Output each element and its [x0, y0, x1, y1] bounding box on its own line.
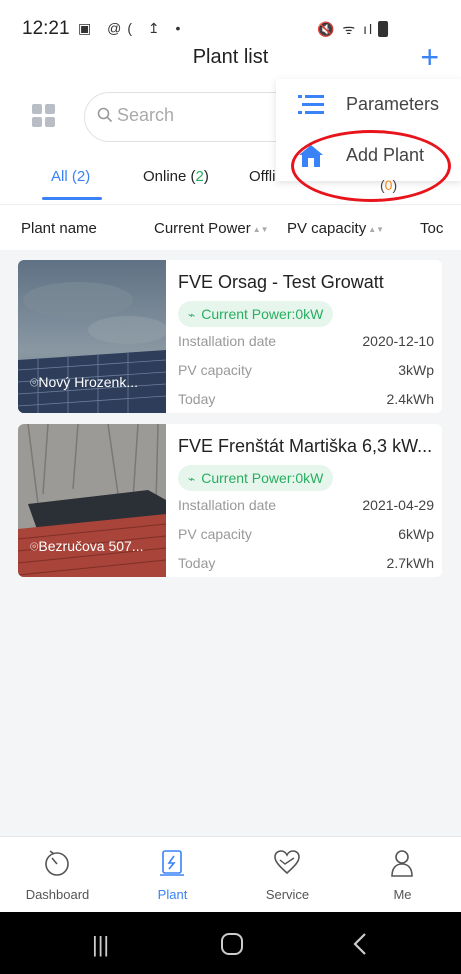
- pulse-icon: ⌁: [188, 308, 196, 322]
- app-header: Plant list +: [0, 39, 461, 80]
- installation-row: Installation date 2020-12-10: [178, 333, 434, 349]
- nav-label: Service: [265, 887, 310, 902]
- installation-label: Installation date: [178, 333, 277, 349]
- recents-icon[interactable]: |||: [92, 932, 109, 958]
- col-pv-capacity-label: PV capacity: [287, 220, 367, 237]
- tab-all-label: All: [51, 168, 68, 185]
- back-icon[interactable]: [352, 932, 368, 962]
- current-power-text: Current Power:0kW: [201, 306, 324, 322]
- current-power-text: Current Power:0kW: [201, 470, 324, 486]
- current-power-badge: ⌁ Current Power:0kW: [178, 301, 334, 327]
- nav-label: Dashboard: [25, 887, 90, 902]
- person-icon: [391, 850, 413, 877]
- grid-view-icon[interactable]: [32, 104, 56, 128]
- plant-location-text: Nový Hrozenk...: [38, 374, 138, 390]
- plant-location: ⌾Bezručova 507...: [30, 538, 160, 555]
- pv-label: PV capacity: [178, 526, 252, 542]
- plant-location-text: Bezručova 507...: [38, 538, 144, 554]
- installation-date: 2021-04-29: [362, 497, 434, 513]
- pv-row: PV capacity 3kWp: [178, 362, 434, 378]
- tab-offline-label: Offli: [249, 168, 276, 185]
- tab-online[interactable]: Online (2): [143, 168, 209, 185]
- plant-location: ⌾Nový Hrozenk...: [30, 374, 160, 391]
- tab-online-label: Online: [143, 168, 187, 185]
- plant-icon: [160, 850, 184, 876]
- today-row: Today 2.4kWh: [178, 391, 434, 407]
- pv-row: PV capacity 6kWp: [178, 526, 434, 542]
- sort-icon: ▲▼: [368, 224, 385, 234]
- nav-me[interactable]: Me: [345, 837, 460, 913]
- pv-capacity-value: 3kWp: [398, 362, 434, 378]
- highlight-circle: [291, 130, 451, 202]
- home-icon[interactable]: [220, 932, 244, 962]
- today-row: Today 2.7kWh: [178, 555, 434, 571]
- current-power-badge: ⌁ Current Power:0kW: [178, 465, 334, 491]
- tab-all-count: 2: [76, 168, 86, 185]
- active-tab-indicator: [42, 197, 102, 200]
- pulse-icon: ⌁: [188, 472, 196, 486]
- menu-item-parameters[interactable]: Parameters: [276, 79, 461, 129]
- sort-icon: ▲▼: [252, 224, 269, 234]
- pv-capacity-value: 6kWp: [398, 526, 434, 542]
- nav-service[interactable]: Service: [230, 837, 345, 913]
- tab-all[interactable]: All (2): [51, 168, 90, 185]
- installation-date: 2020-12-10: [362, 333, 434, 349]
- system-nav-bar: |||: [0, 912, 461, 974]
- pv-label: PV capacity: [178, 362, 252, 378]
- plant-card[interactable]: ⌾Nový Hrozenk... FVE Orsag - Test Growat…: [18, 260, 442, 413]
- notification-icons: ▣ @( ↥ •: [78, 20, 187, 36]
- search-icon: [97, 107, 113, 128]
- plant-name: FVE Frenštát Martiška 6,3 kW...: [178, 436, 433, 456]
- page-title: Plant list: [192, 46, 269, 68]
- today-value: 2.7kWh: [386, 555, 434, 571]
- bottom-nav: Dashboard Plant Service Me: [0, 836, 461, 912]
- nav-dashboard[interactable]: Dashboard: [0, 837, 115, 913]
- status-time: 12:21: [22, 18, 70, 39]
- tab-offline[interactable]: Offli: [249, 168, 275, 185]
- battery-icon: [378, 21, 388, 37]
- today-label: Today: [178, 555, 216, 571]
- plant-card[interactable]: ⌾Bezručova 507... FVE Frenštát Martiška …: [18, 424, 442, 577]
- col-current-power[interactable]: Current Power ▲▼: [154, 220, 269, 237]
- list-icon: [298, 95, 324, 114]
- today-value: 2.4kWh: [386, 391, 434, 407]
- dashboard-icon: [45, 850, 69, 876]
- plant-name: FVE Orsag - Test Growatt: [178, 272, 384, 292]
- tab-online-count: 2: [195, 168, 204, 185]
- nav-label: Plant: [157, 887, 188, 902]
- col-plant-name[interactable]: Plant name: [21, 220, 97, 237]
- plus-icon[interactable]: +: [420, 39, 439, 76]
- nav-label: Me: [393, 887, 412, 902]
- heart-hands-icon: [274, 850, 300, 875]
- today-label: Today: [178, 391, 216, 407]
- installation-row: Installation date 2021-04-29: [178, 497, 434, 513]
- col-pv-capacity[interactable]: PV capacity ▲▼: [287, 220, 384, 237]
- installation-label: Installation date: [178, 497, 277, 513]
- nav-plant[interactable]: Plant: [115, 837, 230, 913]
- column-header: Plant name Current Power ▲▼ PV capacity ▲▼…: [0, 204, 461, 250]
- menu-item-label: Parameters: [346, 94, 440, 114]
- col-current-power-label: Current Power: [154, 220, 251, 237]
- col-today[interactable]: Toc: [420, 220, 443, 237]
- status-bar: 12:21 ▣ @( ↥ • 🔇 ᯤ ıl ıl: [0, 0, 461, 40]
